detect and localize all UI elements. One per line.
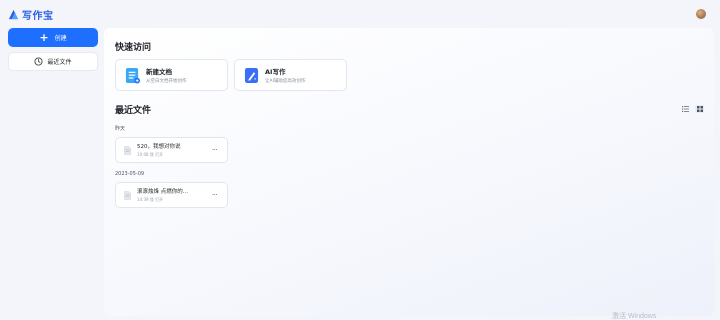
app-logo[interactable]: 写作宝 xyxy=(8,7,54,22)
ai-writing-subtitle: 让AI辅助您高效创作 xyxy=(265,79,306,84)
recent-files-title: 最近文件 xyxy=(115,106,152,116)
logo-icon xyxy=(8,9,19,20)
view-toggle xyxy=(681,105,704,113)
sidebar-item-label: 最近文件 xyxy=(47,59,72,66)
user-avatar[interactable] xyxy=(696,9,706,19)
file-title: 520，我想对你说 xyxy=(137,144,181,150)
list-view-icon[interactable] xyxy=(681,105,690,113)
create-button-label: 创建 xyxy=(54,35,67,42)
document-icon xyxy=(124,190,131,200)
new-document-card[interactable]: 新建文档 从空白文档开始创作 xyxy=(115,59,228,91)
file-card[interactable]: 滚滚烛烽 点燃你的... 14:39 我 打开 ··· xyxy=(115,182,228,208)
new-document-subtitle: 从空白文档开始创作 xyxy=(146,79,187,84)
clock-icon xyxy=(34,57,44,66)
create-button[interactable]: + 创建 xyxy=(8,28,98,47)
file-meta: 14:39 我 打开 xyxy=(137,197,164,202)
document-icon xyxy=(124,145,131,155)
file-meta: 10:08 我 打开 xyxy=(137,152,164,157)
quick-access-title: 快速访问 xyxy=(115,43,152,53)
date-group-label: 昨天 xyxy=(115,126,126,132)
top-bar: 写作宝 xyxy=(0,0,720,26)
new-document-title: 新建文档 xyxy=(146,68,172,76)
file-card[interactable]: 520，我想对你说 10:08 我 打开 ··· xyxy=(115,137,228,163)
sidebar: + 创建 最近文件 xyxy=(8,28,98,71)
plus-icon: + xyxy=(39,31,49,44)
more-options-button[interactable]: ··· xyxy=(212,146,218,154)
grid-view-icon[interactable] xyxy=(695,105,704,113)
more-options-button[interactable]: ··· xyxy=(212,191,218,199)
date-group-label: 2023-05-09 xyxy=(115,171,145,177)
ai-writing-card[interactable]: AI写作 让AI辅助您高效创作 xyxy=(234,59,347,91)
windows-activation-watermark: 激活 Windows xyxy=(612,313,657,320)
new-document-icon xyxy=(125,67,140,83)
ai-pen-icon xyxy=(244,67,259,83)
main-panel: 快速访问 新建文档 从空白文档开始创作 AI写作 让AI辅助您高效创作 最近文件 xyxy=(104,28,714,316)
app-name: 写作宝 xyxy=(22,11,54,22)
file-title: 滚滚烛烽 点燃你的... xyxy=(137,189,188,195)
sidebar-item-recent-files[interactable]: 最近文件 xyxy=(8,52,98,71)
ai-writing-title: AI写作 xyxy=(265,68,286,76)
